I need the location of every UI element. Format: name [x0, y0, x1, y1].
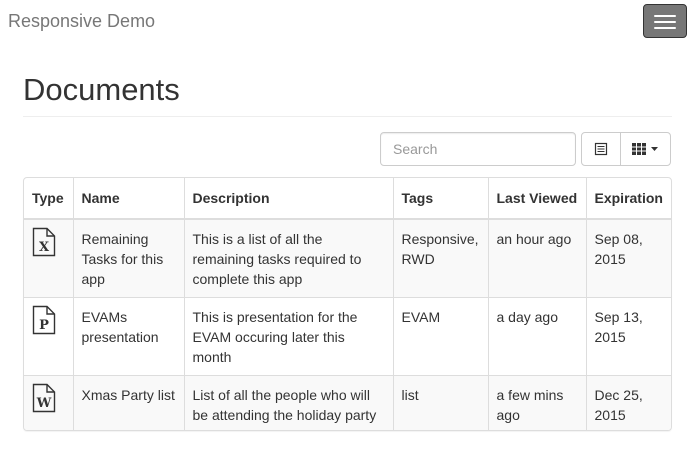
type-cell: X: [24, 219, 74, 298]
caret-down-icon: [651, 147, 658, 151]
expiration-cell: Sep 13, 2015: [586, 297, 671, 376]
last-viewed-cell: a few mins ago: [488, 375, 587, 430]
name-cell: Xmas Party list: [73, 375, 185, 430]
page-title: Documents: [23, 72, 180, 107]
last-viewed-cell: an hour ago: [488, 219, 587, 298]
title-divider: [23, 116, 672, 117]
type-letter: P: [39, 318, 49, 333]
table-row[interactable]: P EVAMs presentation This is presentatio…: [24, 297, 671, 376]
menu-toggle-button[interactable]: [643, 4, 687, 38]
search-input[interactable]: [380, 132, 576, 166]
columns-dropdown-button[interactable]: [620, 132, 671, 166]
list-view-icon: [594, 142, 608, 156]
list-view-button[interactable]: [581, 132, 621, 166]
type-cell: P: [24, 297, 74, 376]
word-document-icon: W: [32, 383, 56, 413]
name-cell: EVAMs presentation: [73, 297, 185, 376]
last-viewed-cell: a day ago: [488, 297, 587, 376]
table-toolbar-buttons: [581, 132, 672, 166]
description-cell: This is a list of all the remaining task…: [184, 219, 394, 298]
table-row[interactable]: W Xmas Party list List of all the people…: [24, 375, 671, 430]
documents-table: Type Name Description Tags Last Viewed E…: [23, 177, 672, 431]
expiration-cell: Dec 25, 2015: [586, 375, 671, 430]
tags-cell: EVAM: [393, 297, 489, 376]
column-header-name[interactable]: Name: [73, 178, 185, 220]
description-cell: This is presentation for the EVAM occuri…: [184, 297, 394, 376]
column-header-expiration[interactable]: Expiration: [586, 178, 671, 220]
type-letter: X: [39, 240, 50, 255]
column-header-tags[interactable]: Tags: [393, 178, 489, 220]
type-letter: W: [36, 396, 52, 411]
powerpoint-document-icon: P: [32, 305, 56, 335]
columns-icon: [632, 143, 646, 155]
column-header-type[interactable]: Type: [24, 178, 74, 220]
type-cell: W: [24, 375, 74, 430]
navbar-brand[interactable]: Responsive Demo: [8, 11, 155, 32]
navbar: Responsive Demo: [0, 0, 695, 44]
column-header-last-viewed[interactable]: Last Viewed: [488, 178, 587, 220]
expiration-cell: Sep 08, 2015: [594, 231, 643, 267]
excel-document-icon: X: [32, 227, 56, 257]
table-header-row: Type Name Description Tags Last Viewed E…: [24, 178, 671, 220]
description-cell: List of all the people who will be atten…: [184, 375, 394, 430]
tags-cell: Responsive, RWD: [393, 219, 489, 298]
name-cell: Remaining Tasks for this app: [73, 219, 185, 298]
table-row[interactable]: X Remaining Tasks for this app This is a…: [24, 219, 671, 298]
tags-cell: list: [393, 375, 489, 430]
column-header-description[interactable]: Description: [184, 178, 394, 220]
